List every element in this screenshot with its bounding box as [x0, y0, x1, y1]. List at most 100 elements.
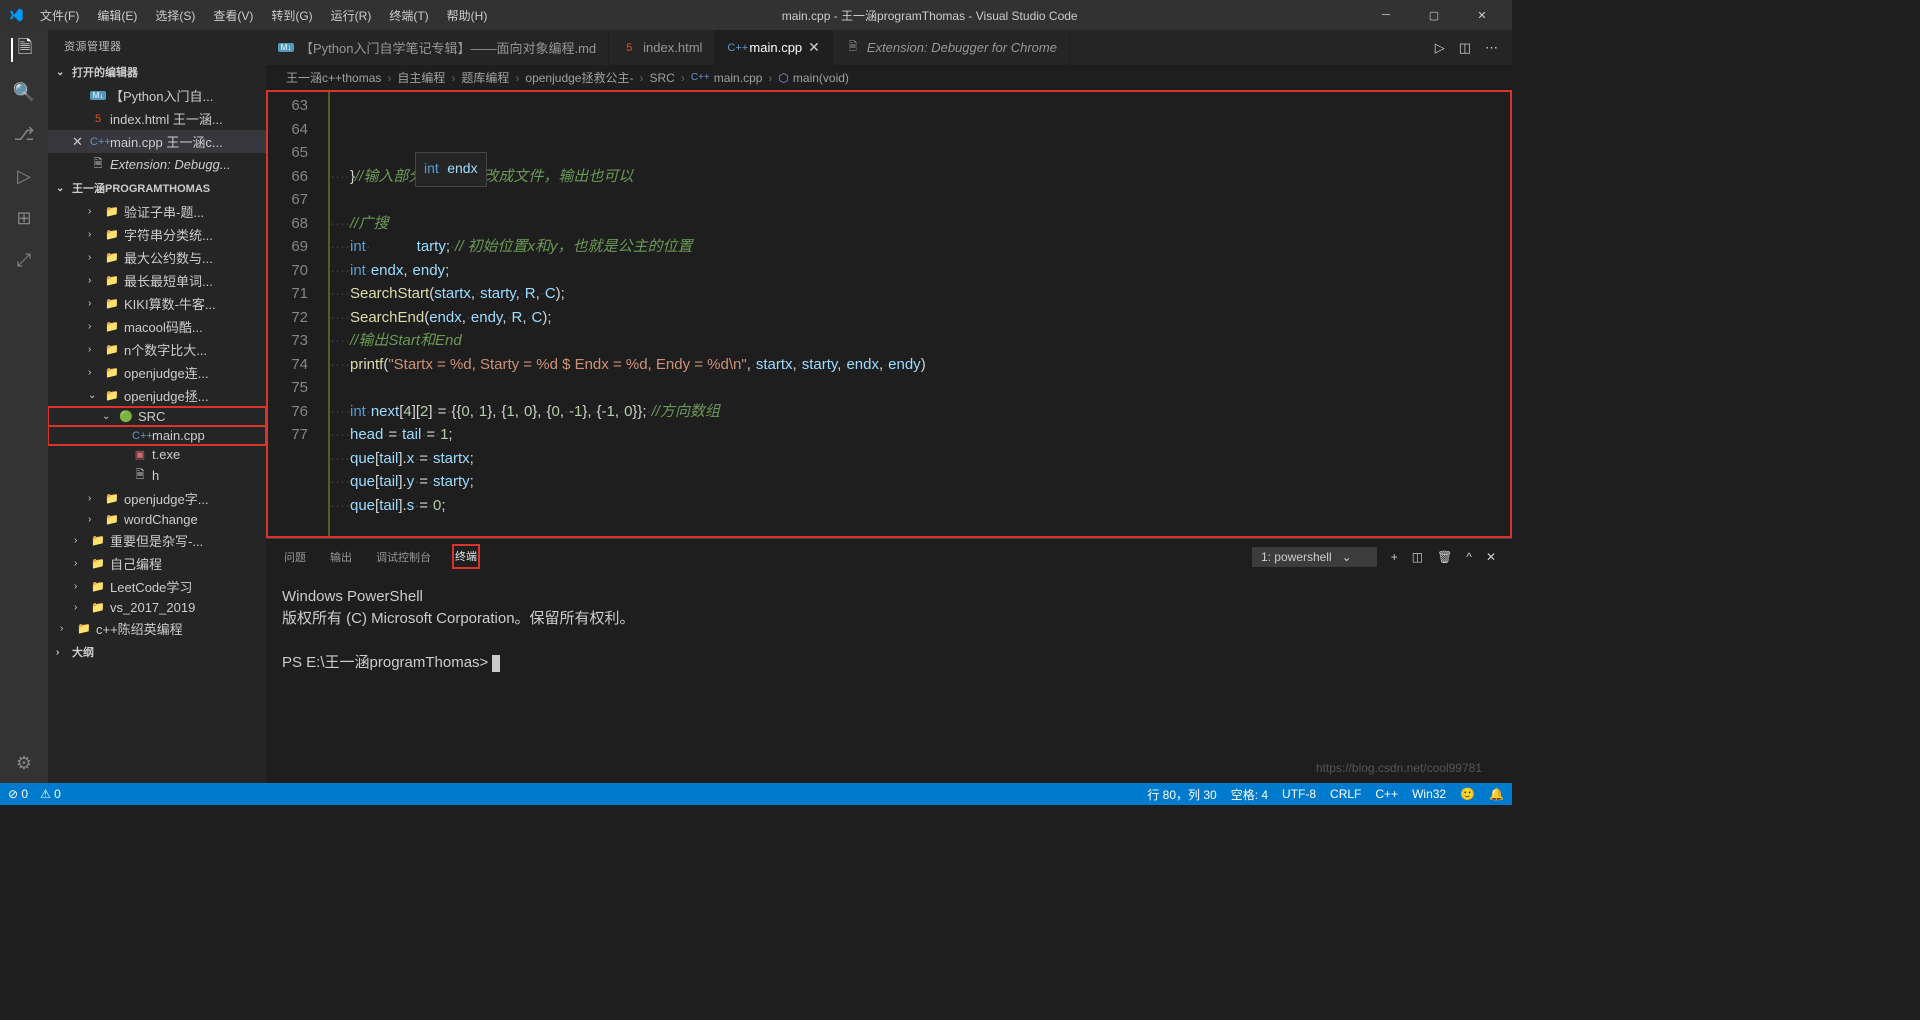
close-icon: ✕	[808, 39, 820, 56]
folder-item[interactable]: ›📁n个数字比大...	[48, 338, 266, 361]
panel-tab[interactable]: 调试控制台	[374, 546, 433, 568]
vscode-logo-icon	[8, 7, 24, 23]
folder-item[interactable]: ›📁自己编程	[48, 552, 266, 575]
folder-item[interactable]: ›📁vs_2017_2019	[48, 598, 266, 617]
breadcrumb-item[interactable]: openjudge拯救公主-	[525, 69, 633, 86]
window-title: main.cpp - 王一涵programThomas - Visual Stu…	[495, 7, 1364, 24]
line-numbers: 636465666768697071727374757677	[268, 92, 328, 536]
window-controls: ─ ▢ ✕	[1364, 0, 1504, 30]
titlebar: 文件(F)编辑(E)选择(S)查看(V)转到(G)运行(R)终端(T)帮助(H)…	[0, 0, 1512, 30]
breadcrumb-item[interactable]: 王一涵c++thomas	[286, 69, 381, 86]
folder-item[interactable]: ›📁最大公约数与...	[48, 246, 266, 269]
breadcrumb-item[interactable]: C++ main.cpp	[691, 71, 763, 85]
more-icon[interactable]: ⋯	[1485, 40, 1498, 56]
file-item[interactable]: 🗎h	[48, 464, 266, 487]
open-editor-item[interactable]: M↓【Python入门自...	[48, 84, 266, 107]
breadcrumb-item[interactable]: ⬡ main(void)	[778, 71, 849, 85]
open-editor-item[interactable]: ✕C++main.cpp 王一涵c...	[48, 130, 266, 153]
folder-item[interactable]: ›📁字符串分类统...	[48, 223, 266, 246]
new-terminal-icon[interactable]: +	[1391, 550, 1398, 564]
panel-tab[interactable]: 输出	[328, 546, 354, 568]
panel-tab[interactable]: 问题	[282, 546, 308, 568]
project-header[interactable]: ⌄王一涵PROGRAMTHOMAS	[48, 178, 266, 198]
menu-item[interactable]: 转到(G)	[263, 3, 320, 28]
status-item[interactable]: ⊘ 0	[8, 787, 28, 801]
menu-item[interactable]: 运行(R)	[323, 3, 380, 28]
folder-item[interactable]: ›📁c++陈绍英编程	[48, 617, 266, 640]
remote-icon[interactable]: ⤢	[12, 248, 36, 272]
menu-item[interactable]: 编辑(E)	[89, 3, 145, 28]
open-editor-item[interactable]: 5index.html 王一涵...	[48, 107, 266, 130]
terminal-selector[interactable]: 1: powershell ⌄	[1252, 547, 1377, 567]
editor-tab[interactable]: C++main.cpp✕	[715, 30, 832, 65]
settings-gear-icon[interactable]: ⚙	[12, 751, 36, 775]
editor-tab[interactable]: 5index.html	[609, 30, 715, 65]
menu-item[interactable]: 帮助(H)	[439, 3, 496, 28]
status-item[interactable]: 空格: 4	[1231, 786, 1268, 803]
folder-item[interactable]: ›📁macool码酷...	[48, 315, 266, 338]
folder-item[interactable]: ›📁openjudge字...	[48, 487, 266, 510]
minimap[interactable]	[1430, 92, 1510, 536]
kill-terminal-icon[interactable]: 🗑	[1437, 550, 1452, 564]
breadcrumb-item[interactable]: 题库编程	[461, 69, 509, 86]
folder-item[interactable]: ›📁LeetCode学习	[48, 575, 266, 598]
status-item[interactable]: C++	[1375, 786, 1398, 803]
outline-header[interactable]: ›大纲	[48, 642, 266, 662]
status-item[interactable]: 🔔	[1489, 786, 1504, 803]
editor-tabs: M↓【Python入门自学笔记专辑】——面向对象编程.md5index.html…	[266, 30, 1512, 65]
file-item[interactable]: C++main.cpp	[48, 426, 266, 445]
open-editors-header[interactable]: ⌄打开的编辑器	[48, 62, 266, 82]
maximize-button[interactable]: ▢	[1412, 0, 1456, 30]
statusbar: ⊘ 0 ⚠ 0 行 80，列 30 空格: 4 UTF-8 CRLF C++ Win32 🙂 🔔	[0, 783, 1512, 805]
run-icon[interactable]: ▷	[1435, 40, 1445, 56]
search-icon[interactable]: 🔍	[12, 80, 36, 104]
run-debug-icon[interactable]: ▷	[12, 164, 36, 188]
status-item[interactable]: 行 80，列 30	[1147, 786, 1216, 803]
status-item[interactable]: CRLF	[1330, 786, 1361, 803]
minimize-button[interactable]: ─	[1364, 0, 1408, 30]
maximize-panel-icon[interactable]: ^	[1466, 550, 1472, 564]
extensions-icon[interactable]: ⊞	[12, 206, 36, 230]
menu-item[interactable]: 查看(V)	[205, 3, 261, 28]
editor-tab[interactable]: 🗎Extension: Debugger for Chrome	[833, 30, 1070, 65]
folder-item[interactable]: ›📁wordChange	[48, 510, 266, 529]
menu-item[interactable]: 选择(S)	[147, 3, 203, 28]
menu-item[interactable]: 文件(F)	[32, 3, 87, 28]
editor-area: M↓【Python入门自学笔记专辑】——面向对象编程.md5index.html…	[266, 30, 1512, 783]
breadcrumb-item[interactable]: 自主编程	[397, 69, 445, 86]
status-item[interactable]: UTF-8	[1282, 786, 1316, 803]
panel-tab[interactable]: 终端	[453, 545, 479, 568]
menu-item[interactable]: 终端(T)	[381, 3, 436, 28]
editor-tab[interactable]: M↓【Python入门自学笔记专辑】——面向对象编程.md	[266, 30, 609, 65]
folder-item[interactable]: ›📁KIKI算数-牛客...	[48, 292, 266, 315]
open-editor-item[interactable]: 🗎Extension: Debugg...	[48, 153, 266, 176]
split-terminal-icon[interactable]: ◫	[1412, 550, 1423, 564]
file-item[interactable]: ▣t.exe	[48, 445, 266, 464]
source-control-icon[interactable]: ⎇	[12, 122, 36, 146]
breadcrumb-item[interactable]: SRC	[649, 71, 674, 85]
activity-bar: 🗎 🔍 ⎇ ▷ ⊞ ⤢ ⚙	[0, 30, 48, 783]
folder-item[interactable]: ›📁重要但是杂写-...	[48, 529, 266, 552]
folder-item[interactable]: ⌄📁openjudge拯...	[48, 384, 266, 407]
status-item[interactable]: Win32	[1412, 786, 1446, 803]
status-item[interactable]: 🙂	[1460, 786, 1475, 803]
code-editor[interactable]: 636465666768697071727374757677 ····}//输入…	[266, 90, 1512, 538]
close-button[interactable]: ✕	[1460, 0, 1504, 30]
folder-item[interactable]: ⌄🟢SRC	[48, 407, 266, 426]
folder-item[interactable]: ›📁openjudge连...	[48, 361, 266, 384]
terminal[interactable]: Windows PowerShell版权所有 (C) Microsoft Cor…	[266, 574, 1512, 783]
breadcrumb[interactable]: 王一涵c++thomas›自主编程›题库编程›openjudge拯救公主-›SR…	[266, 65, 1512, 90]
split-icon[interactable]: ◫	[1459, 40, 1471, 56]
folder-item[interactable]: ›📁验证子串-题...	[48, 200, 266, 223]
folder-item[interactable]: ›📁最长最短单词...	[48, 269, 266, 292]
tooltip-text: endx	[447, 160, 477, 176]
bottom-panel: 问题输出调试控制台终端 1: powershell ⌄ + ◫ 🗑 ^ ✕ Windows …	[266, 538, 1512, 783]
sidebar-title: 资源管理器	[48, 30, 266, 62]
sidebar: 资源管理器 ⌄打开的编辑器 M↓【Python入门自...5index.html…	[48, 30, 266, 783]
status-item[interactable]: ⚠ 0	[40, 787, 61, 801]
explorer-icon[interactable]: 🗎	[11, 38, 35, 62]
close-panel-icon[interactable]: ✕	[1486, 550, 1496, 564]
hover-tooltip: int endx	[415, 152, 487, 187]
menubar: 文件(F)编辑(E)选择(S)查看(V)转到(G)运行(R)终端(T)帮助(H)	[32, 3, 495, 28]
code-content[interactable]: ····}//输入部分最后可以改成文件，输出也可以 ····//广搜····in…	[328, 92, 1430, 536]
